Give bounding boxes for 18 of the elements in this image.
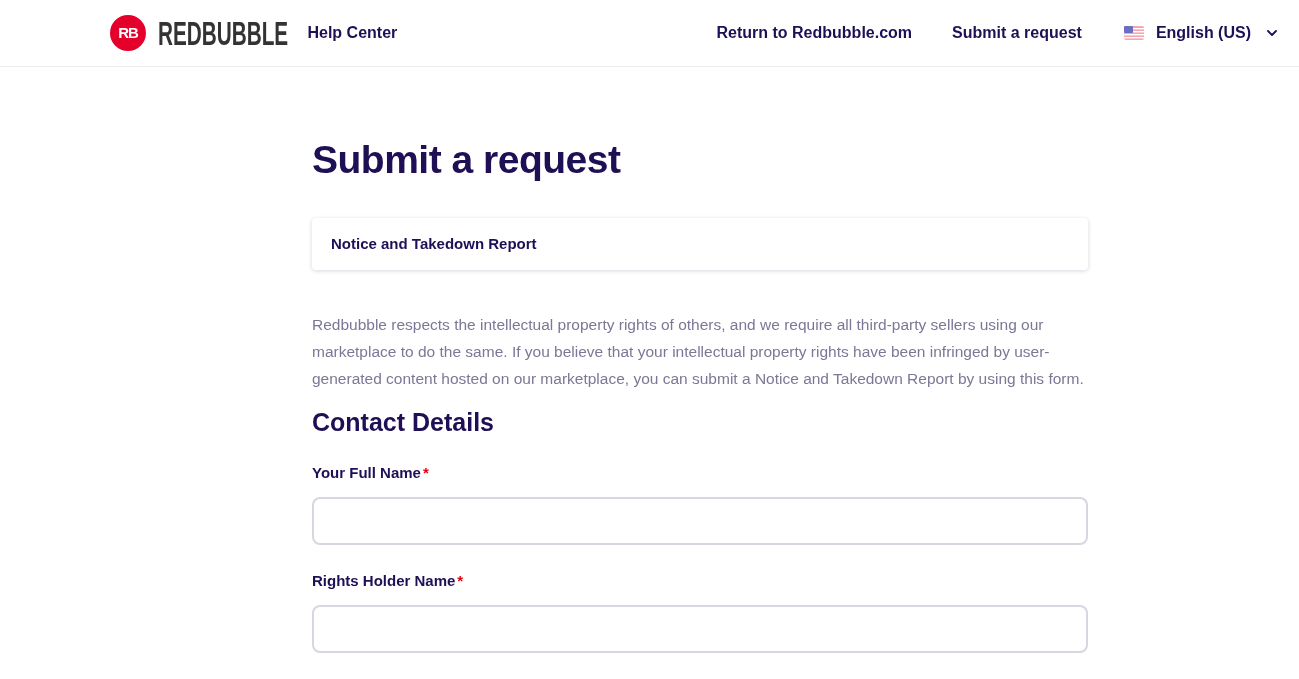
logo-wordmark[interactable]: REDBUBBLE (158, 16, 289, 50)
nav-link[interactable]: Return to Redbubble.com (716, 21, 913, 45)
input-field[interactable] (312, 605, 1088, 653)
nav-link[interactable]: Submit a request (952, 21, 1082, 45)
required-mark: * (457, 570, 464, 591)
field-label: Rights Holder Name (312, 570, 456, 591)
language-selector[interactable]: English (US) (1123, 21, 1277, 45)
chevron-down-icon (1267, 30, 1277, 36)
required-mark: * (422, 462, 429, 483)
us-flag-icon (1123, 26, 1144, 40)
help-center-link[interactable]: Help Center (307, 21, 398, 45)
logo-mark[interactable]: RB (110, 15, 146, 51)
input-field[interactable] (312, 497, 1088, 545)
section-heading: Contact Details (312, 407, 495, 438)
form-selector[interactable]: Notice and Takedown Report (312, 218, 1088, 270)
field-label: Your Full Name (312, 462, 421, 483)
page-title: Submit a request (312, 137, 622, 183)
description-text: Redbubble respects the intellectual property rights of others, and we require all third-party sellers using our marketplace to do the same. If you believe that your intellectual property rights have been infringed by user-generated content hosted on our marketplace, you can submit a Notice and Takedown Report by using this form. (312, 315, 1085, 389)
